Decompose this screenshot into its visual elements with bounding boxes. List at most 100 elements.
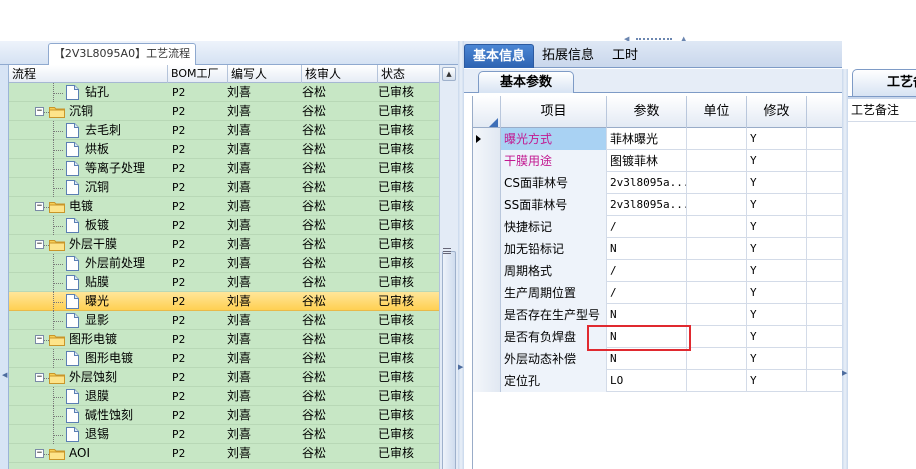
param-value[interactable]: N bbox=[607, 304, 687, 326]
column-header-unit[interactable]: 单位 bbox=[687, 96, 747, 128]
splitter-right-arrow-icon[interactable]: ▶ bbox=[842, 369, 847, 377]
splitter-left-arrow-icon[interactable]: ▶ bbox=[458, 363, 463, 371]
param-unit[interactable] bbox=[687, 370, 747, 392]
param-modify[interactable]: Y bbox=[747, 370, 807, 392]
param-value[interactable]: / bbox=[607, 282, 687, 304]
tree-row[interactable]: − 沉铜 P2 刘喜 谷松 已审核 bbox=[9, 102, 439, 121]
row-header[interactable] bbox=[473, 150, 501, 172]
param-row[interactable]: 干膜用途 图镀菲林 Y bbox=[473, 150, 843, 172]
row-header[interactable] bbox=[473, 370, 501, 392]
collapse-toggle-icon[interactable]: − bbox=[35, 202, 44, 211]
tree-row[interactable]: 退膜 P2 刘喜 谷松 已审核 bbox=[9, 387, 439, 406]
param-modify[interactable]: Y bbox=[747, 348, 807, 370]
param-modify[interactable]: Y bbox=[747, 326, 807, 348]
tab-extended-info[interactable]: 拓展信息 bbox=[534, 44, 602, 68]
tab-process-flow[interactable]: 【2V3L8095A0】工艺流程 bbox=[48, 43, 196, 65]
param-row[interactable]: 曝光方式 菲林曝光 Y bbox=[473, 128, 843, 150]
collapse-left-edge-icon[interactable]: ◀ bbox=[2, 371, 7, 379]
select-all-corner-icon[interactable] bbox=[489, 118, 498, 127]
collapse-toggle-icon[interactable]: − bbox=[35, 107, 44, 116]
tab-basic-params[interactable]: 基本参数 bbox=[478, 71, 574, 93]
param-modify[interactable]: Y bbox=[747, 282, 807, 304]
tree-row[interactable]: 烘板 P2 刘喜 谷松 已审核 bbox=[9, 140, 439, 159]
collapse-toggle-icon[interactable]: − bbox=[35, 240, 44, 249]
collapse-toggle-icon[interactable]: − bbox=[35, 373, 44, 382]
tab-basic-info[interactable]: 基本信息 bbox=[464, 44, 535, 68]
tree-vertical-scrollbar[interactable]: ▲ bbox=[439, 65, 458, 469]
tree-row[interactable]: 显影 P2 刘喜 谷松 已审核 bbox=[9, 311, 439, 330]
param-unit[interactable] bbox=[687, 304, 747, 326]
param-value[interactable]: / bbox=[607, 260, 687, 282]
row-header[interactable] bbox=[473, 172, 501, 194]
tree-row[interactable]: 等离子处理 P2 刘喜 谷松 已审核 bbox=[9, 159, 439, 178]
param-modify[interactable]: Y bbox=[747, 128, 807, 150]
column-header-param[interactable]: 参数 bbox=[607, 96, 687, 128]
param-unit[interactable] bbox=[687, 348, 747, 370]
tab-process-notes[interactable]: 工艺备 bbox=[852, 69, 916, 96]
scroll-up-button[interactable]: ▲ bbox=[442, 67, 456, 81]
row-header[interactable] bbox=[473, 194, 501, 216]
param-value[interactable]: N bbox=[607, 238, 687, 260]
param-modify[interactable]: Y bbox=[747, 172, 807, 194]
row-header[interactable] bbox=[473, 260, 501, 282]
param-unit[interactable] bbox=[687, 128, 747, 150]
param-value[interactable]: N bbox=[607, 348, 687, 370]
column-header-reviewer[interactable]: 核审人 bbox=[302, 65, 378, 83]
collapse-toggle-icon[interactable]: − bbox=[35, 449, 44, 458]
param-unit[interactable] bbox=[687, 238, 747, 260]
param-modify[interactable]: Y bbox=[747, 238, 807, 260]
param-value[interactable]: 图镀菲林 bbox=[607, 150, 687, 172]
param-row[interactable]: 定位孔 LO Y bbox=[473, 370, 843, 392]
column-header-modify[interactable]: 修改 bbox=[747, 96, 807, 128]
param-row[interactable]: CS面菲林号 2v3l8095a... Y bbox=[473, 172, 843, 194]
param-modify[interactable]: Y bbox=[747, 150, 807, 172]
tree-row[interactable]: 曝光 P2 刘喜 谷松 已审核 bbox=[9, 292, 439, 311]
tree-row[interactable]: 去毛刺 P2 刘喜 谷松 已审核 bbox=[9, 121, 439, 140]
param-unit[interactable] bbox=[687, 194, 747, 216]
tree-row[interactable]: − 外层蚀刻 P2 刘喜 谷松 已审核 bbox=[9, 368, 439, 387]
param-unit[interactable] bbox=[687, 216, 747, 238]
row-header[interactable] bbox=[473, 348, 501, 370]
tab-work-hours[interactable]: 工时 bbox=[604, 44, 646, 68]
param-modify[interactable]: Y bbox=[747, 194, 807, 216]
grid-corner-cell[interactable] bbox=[473, 96, 501, 128]
row-header[interactable] bbox=[473, 326, 501, 348]
tree-row[interactable]: 钻孔 P2 刘喜 谷松 已审核 bbox=[9, 83, 439, 102]
column-header-bom-factory[interactable]: BOM工厂 bbox=[168, 65, 228, 83]
param-modify[interactable]: Y bbox=[747, 304, 807, 326]
param-modify[interactable]: Y bbox=[747, 216, 807, 238]
param-row[interactable]: 是否存在生产型号 N Y bbox=[473, 304, 843, 326]
tree-row[interactable]: − AOI P2 刘喜 谷松 已审核 bbox=[9, 444, 439, 463]
param-row[interactable]: 加无铅标记 N Y bbox=[473, 238, 843, 260]
param-value[interactable]: 2v3l8095a... bbox=[607, 194, 687, 216]
tree-row[interactable]: 外层前处理 P2 刘喜 谷松 已审核 bbox=[9, 254, 439, 273]
tree-row[interactable]: 图形电镀 P2 刘喜 谷松 已审核 bbox=[9, 349, 439, 368]
param-unit[interactable] bbox=[687, 150, 747, 172]
param-value[interactable]: LO bbox=[607, 370, 687, 392]
column-header-writer[interactable]: 编写人 bbox=[228, 65, 302, 83]
param-row[interactable]: 外层动态补偿 N Y bbox=[473, 348, 843, 370]
tree-row[interactable]: 贴膜 P2 刘喜 谷松 已审核 bbox=[9, 273, 439, 292]
row-header[interactable] bbox=[473, 216, 501, 238]
param-value[interactable]: 菲林曝光 bbox=[607, 128, 687, 150]
tree-row[interactable]: 碱性蚀刻 P2 刘喜 谷松 已审核 bbox=[9, 406, 439, 425]
param-row[interactable]: 周期格式 / Y bbox=[473, 260, 843, 282]
param-value[interactable]: / bbox=[607, 216, 687, 238]
param-unit[interactable] bbox=[687, 260, 747, 282]
collapse-toggle-icon[interactable]: − bbox=[35, 335, 44, 344]
param-modify[interactable]: Y bbox=[747, 260, 807, 282]
param-row[interactable]: 生产周期位置 / Y bbox=[473, 282, 843, 304]
tree-row[interactable]: − 电镀 P2 刘喜 谷松 已审核 bbox=[9, 197, 439, 216]
param-value[interactable]: 2v3l8095a... bbox=[607, 172, 687, 194]
param-row[interactable]: SS面菲林号 2v3l8095a... Y bbox=[473, 194, 843, 216]
tree-row[interactable]: − 外层干膜 P2 刘喜 谷松 已审核 bbox=[9, 235, 439, 254]
param-row[interactable]: 快捷标记 / Y bbox=[473, 216, 843, 238]
column-header-flow[interactable]: 流程 bbox=[9, 65, 168, 83]
tree-row[interactable]: 板镀 P2 刘喜 谷松 已审核 bbox=[9, 216, 439, 235]
param-unit[interactable] bbox=[687, 282, 747, 304]
row-header[interactable] bbox=[473, 282, 501, 304]
column-header-item[interactable]: 项目 bbox=[501, 96, 607, 128]
tree-row[interactable]: 退锡 P2 刘喜 谷松 已审核 bbox=[9, 425, 439, 444]
param-unit[interactable] bbox=[687, 326, 747, 348]
row-header[interactable] bbox=[473, 238, 501, 260]
